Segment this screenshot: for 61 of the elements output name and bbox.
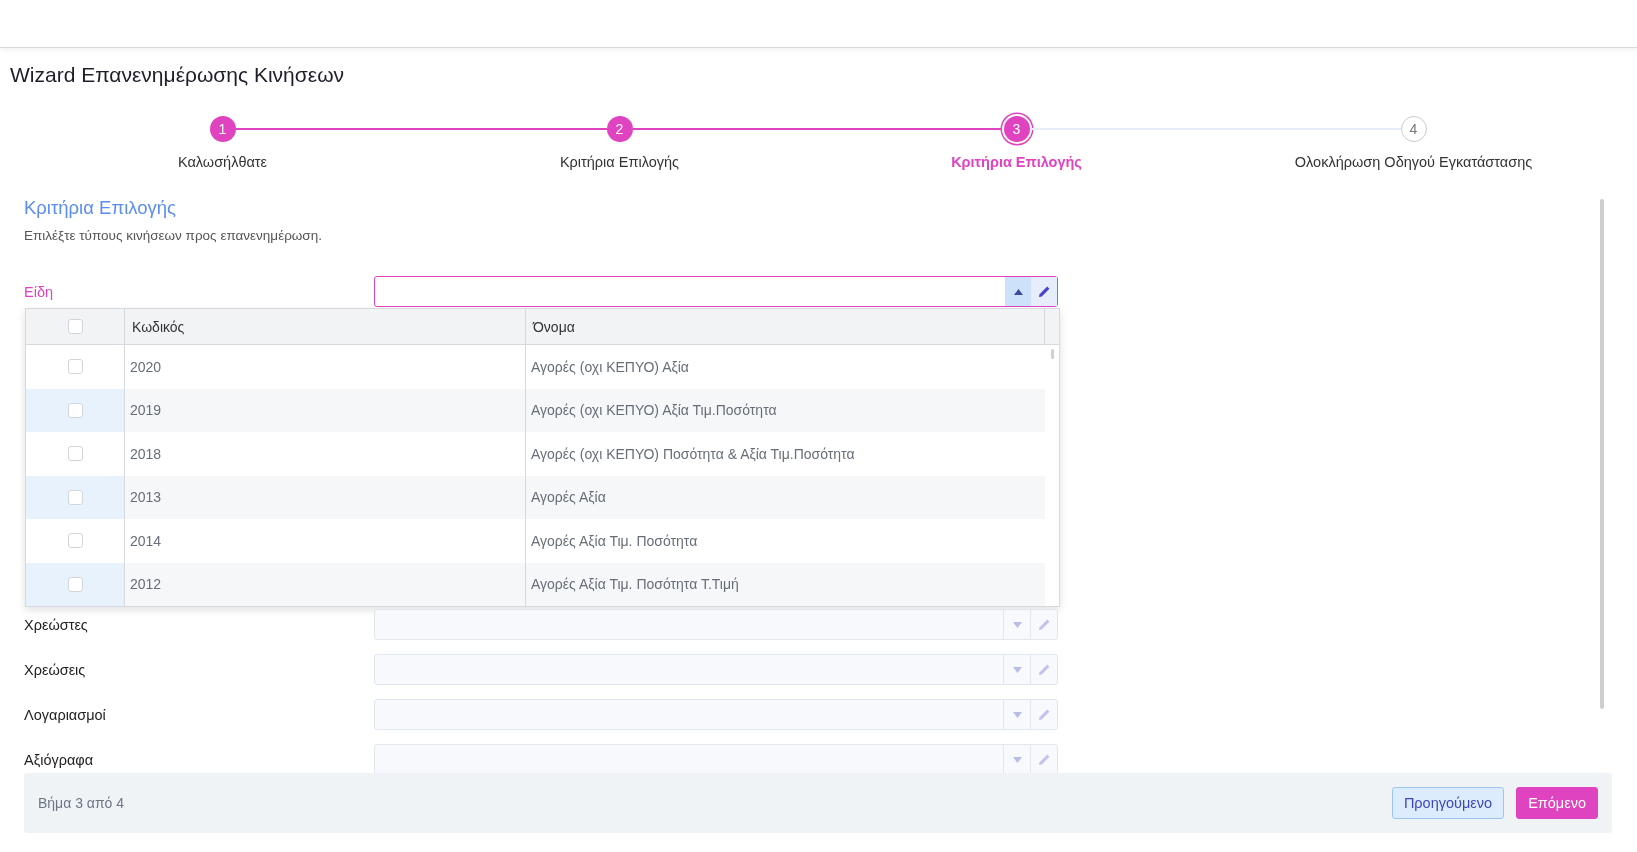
- row-checkbox[interactable]: [67, 446, 83, 462]
- code-cell: 2019: [125, 388, 526, 432]
- step-number[interactable]: 1: [209, 116, 236, 142]
- name-cell-text: Αγορές Αξία Τιμ. Ποσότητα Τ.Τιμή: [530, 575, 740, 595]
- page-title: Wizard Επανενημέρωσης Κινήσεων: [10, 62, 346, 88]
- caret-icon: [1012, 756, 1022, 763]
- step-counter: Βήμα 3 από 4: [38, 795, 125, 811]
- pencil-icon: [1037, 618, 1051, 631]
- name-cell-text: Αγορές (οχι ΚΕΠΥΟ) Ποσότητα & Αξία Τιμ.Ποσότητα: [530, 444, 856, 464]
- edit-button[interactable]: [1031, 277, 1057, 306]
- name-cell-text: Αγορές Αξία: [530, 488, 607, 508]
- step-label[interactable]: Κριτήρια Επιλογής: [559, 152, 680, 172]
- pencil-icon: [1037, 663, 1051, 676]
- name-cell-text: Αγορές Αξία Τιμ. Ποσότητα: [530, 531, 699, 551]
- caret-icon: [1013, 288, 1023, 295]
- step-label[interactable]: Κριτήρια Επιλογής: [951, 152, 1082, 172]
- column-header[interactable]: Κωδικός: [125, 309, 526, 344]
- code-cell: 2013: [125, 475, 526, 519]
- code-cell: 2014: [125, 519, 526, 563]
- name-cell-text: Αγορές (οχι ΚΕΠΥΟ) Αξία: [530, 357, 690, 377]
- scrollbar[interactable]: [1600, 199, 1604, 709]
- row-checkbox[interactable]: [67, 359, 83, 375]
- table-row[interactable]: 2013 Αγορές Αξία: [26, 475, 1045, 519]
- step-number[interactable]: 2: [606, 116, 633, 142]
- row-checkbox[interactable]: [67, 533, 83, 549]
- caret-icon: [1012, 666, 1022, 673]
- field-label: Χρεώστες: [24, 616, 89, 633]
- select-all-checkbox[interactable]: [67, 319, 83, 334]
- section-heading: Κριτήρια Επιλογής: [24, 196, 177, 220]
- table-row[interactable]: 2012 Αγορές Αξία Τιμ. Ποσότητα Τ.Τιμή: [26, 562, 1045, 606]
- caret-icon: [1012, 621, 1022, 628]
- table-row[interactable]: 2020 Αγορές (οχι ΚΕΠΥΟ) Αξία: [26, 345, 1045, 389]
- column-header[interactable]: Όνομα: [526, 309, 1045, 344]
- row-checkbox[interactable]: [67, 489, 83, 505]
- code-cell: 2012: [125, 562, 526, 606]
- next-button[interactable]: Επόμενο: [1516, 787, 1598, 819]
- caret-icon: [1012, 711, 1022, 718]
- previous-button[interactable]: Προηγούμενο: [1391, 787, 1505, 819]
- row-checkbox[interactable]: [67, 576, 83, 592]
- field-label: Είδη: [24, 283, 55, 300]
- name-cell-text: Αγορές (οχι ΚΕΠΥΟ) Αξία Τιμ.Ποσότητα: [530, 401, 778, 421]
- step-label[interactable]: Ολοκλήρωση Οδηγού Εγκατάστασης: [1294, 152, 1533, 172]
- table-row[interactable]: 2018 Αγορές (οχι ΚΕΠΥΟ) Ποσότητα & Αξία Τιμ.Ποσότητα: [26, 432, 1045, 476]
- select-field[interactable]: [374, 276, 1058, 307]
- field-label: Λογαριασμοί: [24, 706, 107, 723]
- scrollbar[interactable]: [1051, 349, 1054, 359]
- pencil-icon: [1037, 285, 1051, 298]
- step-number[interactable]: 3: [1003, 116, 1030, 142]
- step-label[interactable]: Καλωσήλθατε: [177, 152, 268, 172]
- code-cell: 2018: [125, 432, 526, 476]
- step-number[interactable]: 4: [1400, 116, 1427, 142]
- dropdown-toggle[interactable]: [1005, 277, 1031, 306]
- table-row[interactable]: 2019 Αγορές (οχι ΚΕΠΥΟ) Αξία Τιμ.Ποσότητα: [26, 388, 1045, 432]
- code-cell: 2020: [125, 345, 526, 389]
- table-row[interactable]: 2014 Αγορές Αξία Τιμ. Ποσότητα: [26, 519, 1045, 563]
- field-label: Χρεώσεις: [24, 661, 87, 678]
- row-checkbox[interactable]: [67, 402, 83, 418]
- pencil-icon: [1037, 753, 1051, 766]
- section-description: Επιλέξτε τύπους κινήσεων προς επανενημέρωση.: [24, 227, 323, 245]
- field-label: Αξιόγραφα: [24, 751, 95, 768]
- pencil-icon: [1037, 708, 1051, 721]
